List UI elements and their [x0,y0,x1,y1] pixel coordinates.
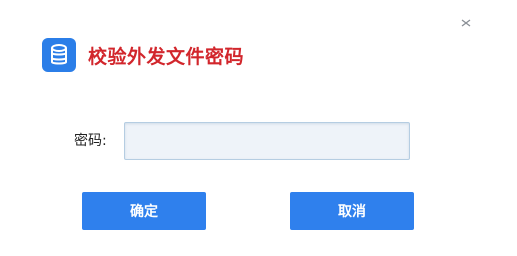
cancel-button[interactable]: 取消 [290,192,414,230]
dialog-title: 校验外发文件密码 [88,45,245,68]
confirm-button[interactable]: 确定 [82,192,206,230]
close-icon [461,19,471,27]
password-label: 密码: [74,133,107,149]
database-icon [42,38,76,72]
verify-password-dialog: 校验外发文件密码 密码: 确定 取消 [0,0,517,256]
dialog-header: 校验外发文件密码 [42,38,244,72]
close-button[interactable] [457,14,475,32]
password-input[interactable] [124,122,410,160]
